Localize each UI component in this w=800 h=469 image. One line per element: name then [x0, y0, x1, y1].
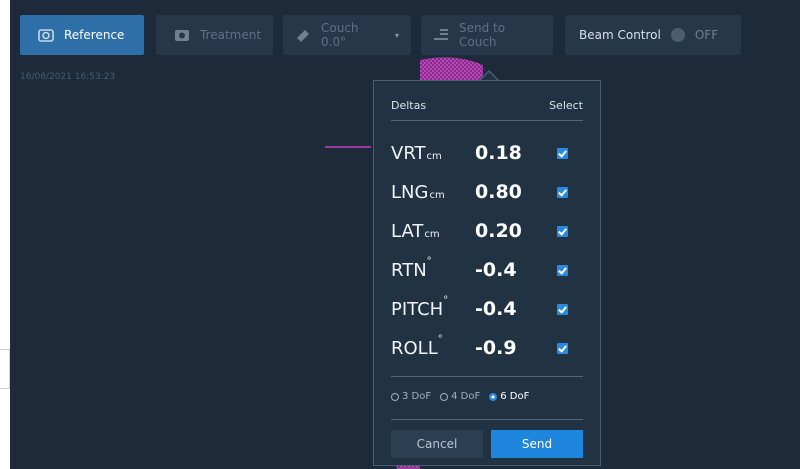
- chevron-down-icon[interactable]: ▾: [395, 31, 399, 40]
- delta-row-vrt: VRTcm 0.18: [391, 136, 585, 170]
- send-to-couch-icon: [433, 27, 449, 43]
- radio-selected-icon: [489, 392, 498, 401]
- radio-icon: [391, 392, 399, 401]
- reference-label: Reference: [64, 28, 125, 42]
- treatment-button[interactable]: Treatment: [156, 15, 273, 55]
- beam-control-label: Beam Control: [579, 28, 661, 42]
- delta-row-lat: LATcm 0.20: [391, 214, 585, 248]
- delta-value: 0.20: [475, 220, 522, 242]
- app-window: Reference Treatment Couch 0.0° ▾ Send to…: [10, 0, 800, 469]
- side-panel-tab[interactable]: [0, 349, 10, 389]
- delta-value: 0.80: [475, 181, 522, 203]
- send-button[interactable]: Send: [491, 430, 583, 458]
- deltas-popup: Deltas Select VRTcm 0.18 LNGcm 0.80 LATc…: [373, 80, 601, 466]
- delta-label: VRTcm: [391, 142, 442, 164]
- rtn-checkbox[interactable]: [557, 264, 568, 276]
- delta-label: ROLL°: [391, 333, 443, 359]
- dof-selector: 3 DoF 4 DoF 6 DoF: [391, 391, 588, 402]
- delta-row-lng: LNGcm 0.80: [391, 175, 585, 209]
- lat-checkbox[interactable]: [557, 225, 568, 237]
- toggle-indicator-icon: [670, 28, 685, 42]
- reference-button[interactable]: Reference: [20, 15, 144, 55]
- divider: [391, 419, 583, 420]
- couch-button[interactable]: Couch 0.0° ▾: [283, 15, 411, 55]
- couch-icon: [295, 27, 311, 43]
- delta-value: -0.9: [475, 337, 517, 359]
- pitch-checkbox[interactable]: [557, 303, 568, 315]
- send-to-couch-button[interactable]: Send to Couch: [421, 15, 553, 55]
- send-to-couch-label: Send to Couch: [459, 21, 506, 49]
- divider: [391, 376, 583, 377]
- delta-row-pitch: PITCH° -0.4: [391, 292, 585, 326]
- deltas-header: Deltas Select: [391, 99, 583, 121]
- delta-label: LATcm: [391, 220, 440, 242]
- select-column-label: Select: [549, 99, 583, 112]
- treatment-label: Treatment: [200, 28, 262, 42]
- deltas-title: Deltas: [391, 99, 427, 112]
- delta-value: -0.4: [475, 298, 517, 320]
- dof-option-3[interactable]: 3 DoF: [391, 391, 431, 402]
- radio-icon: [440, 392, 449, 401]
- camera-icon: [38, 27, 54, 43]
- camera-icon: [174, 27, 190, 43]
- couch-label: Couch 0.0°: [321, 21, 359, 49]
- beam-control-toggle[interactable]: Beam Control OFF: [565, 15, 741, 55]
- delta-label: LNGcm: [391, 181, 445, 203]
- timestamp: 16/08/2021 16:53:23: [20, 72, 116, 82]
- dof-option-4[interactable]: 4 DoF: [440, 391, 480, 402]
- dof-option-6[interactable]: 6 DoF: [489, 391, 529, 402]
- delta-label: PITCH°: [391, 294, 449, 320]
- beam-state: OFF: [694, 28, 719, 42]
- vrt-checkbox[interactable]: [557, 147, 568, 159]
- roll-checkbox[interactable]: [557, 342, 568, 354]
- lng-checkbox[interactable]: [557, 186, 568, 198]
- delta-value: 0.18: [475, 142, 522, 164]
- delta-row-roll: ROLL° -0.9: [391, 331, 585, 365]
- delta-label: RTN°: [391, 255, 432, 281]
- delta-row-rtn: RTN° -0.4: [391, 253, 585, 287]
- delta-value: -0.4: [475, 259, 517, 281]
- cancel-button[interactable]: Cancel: [391, 430, 483, 458]
